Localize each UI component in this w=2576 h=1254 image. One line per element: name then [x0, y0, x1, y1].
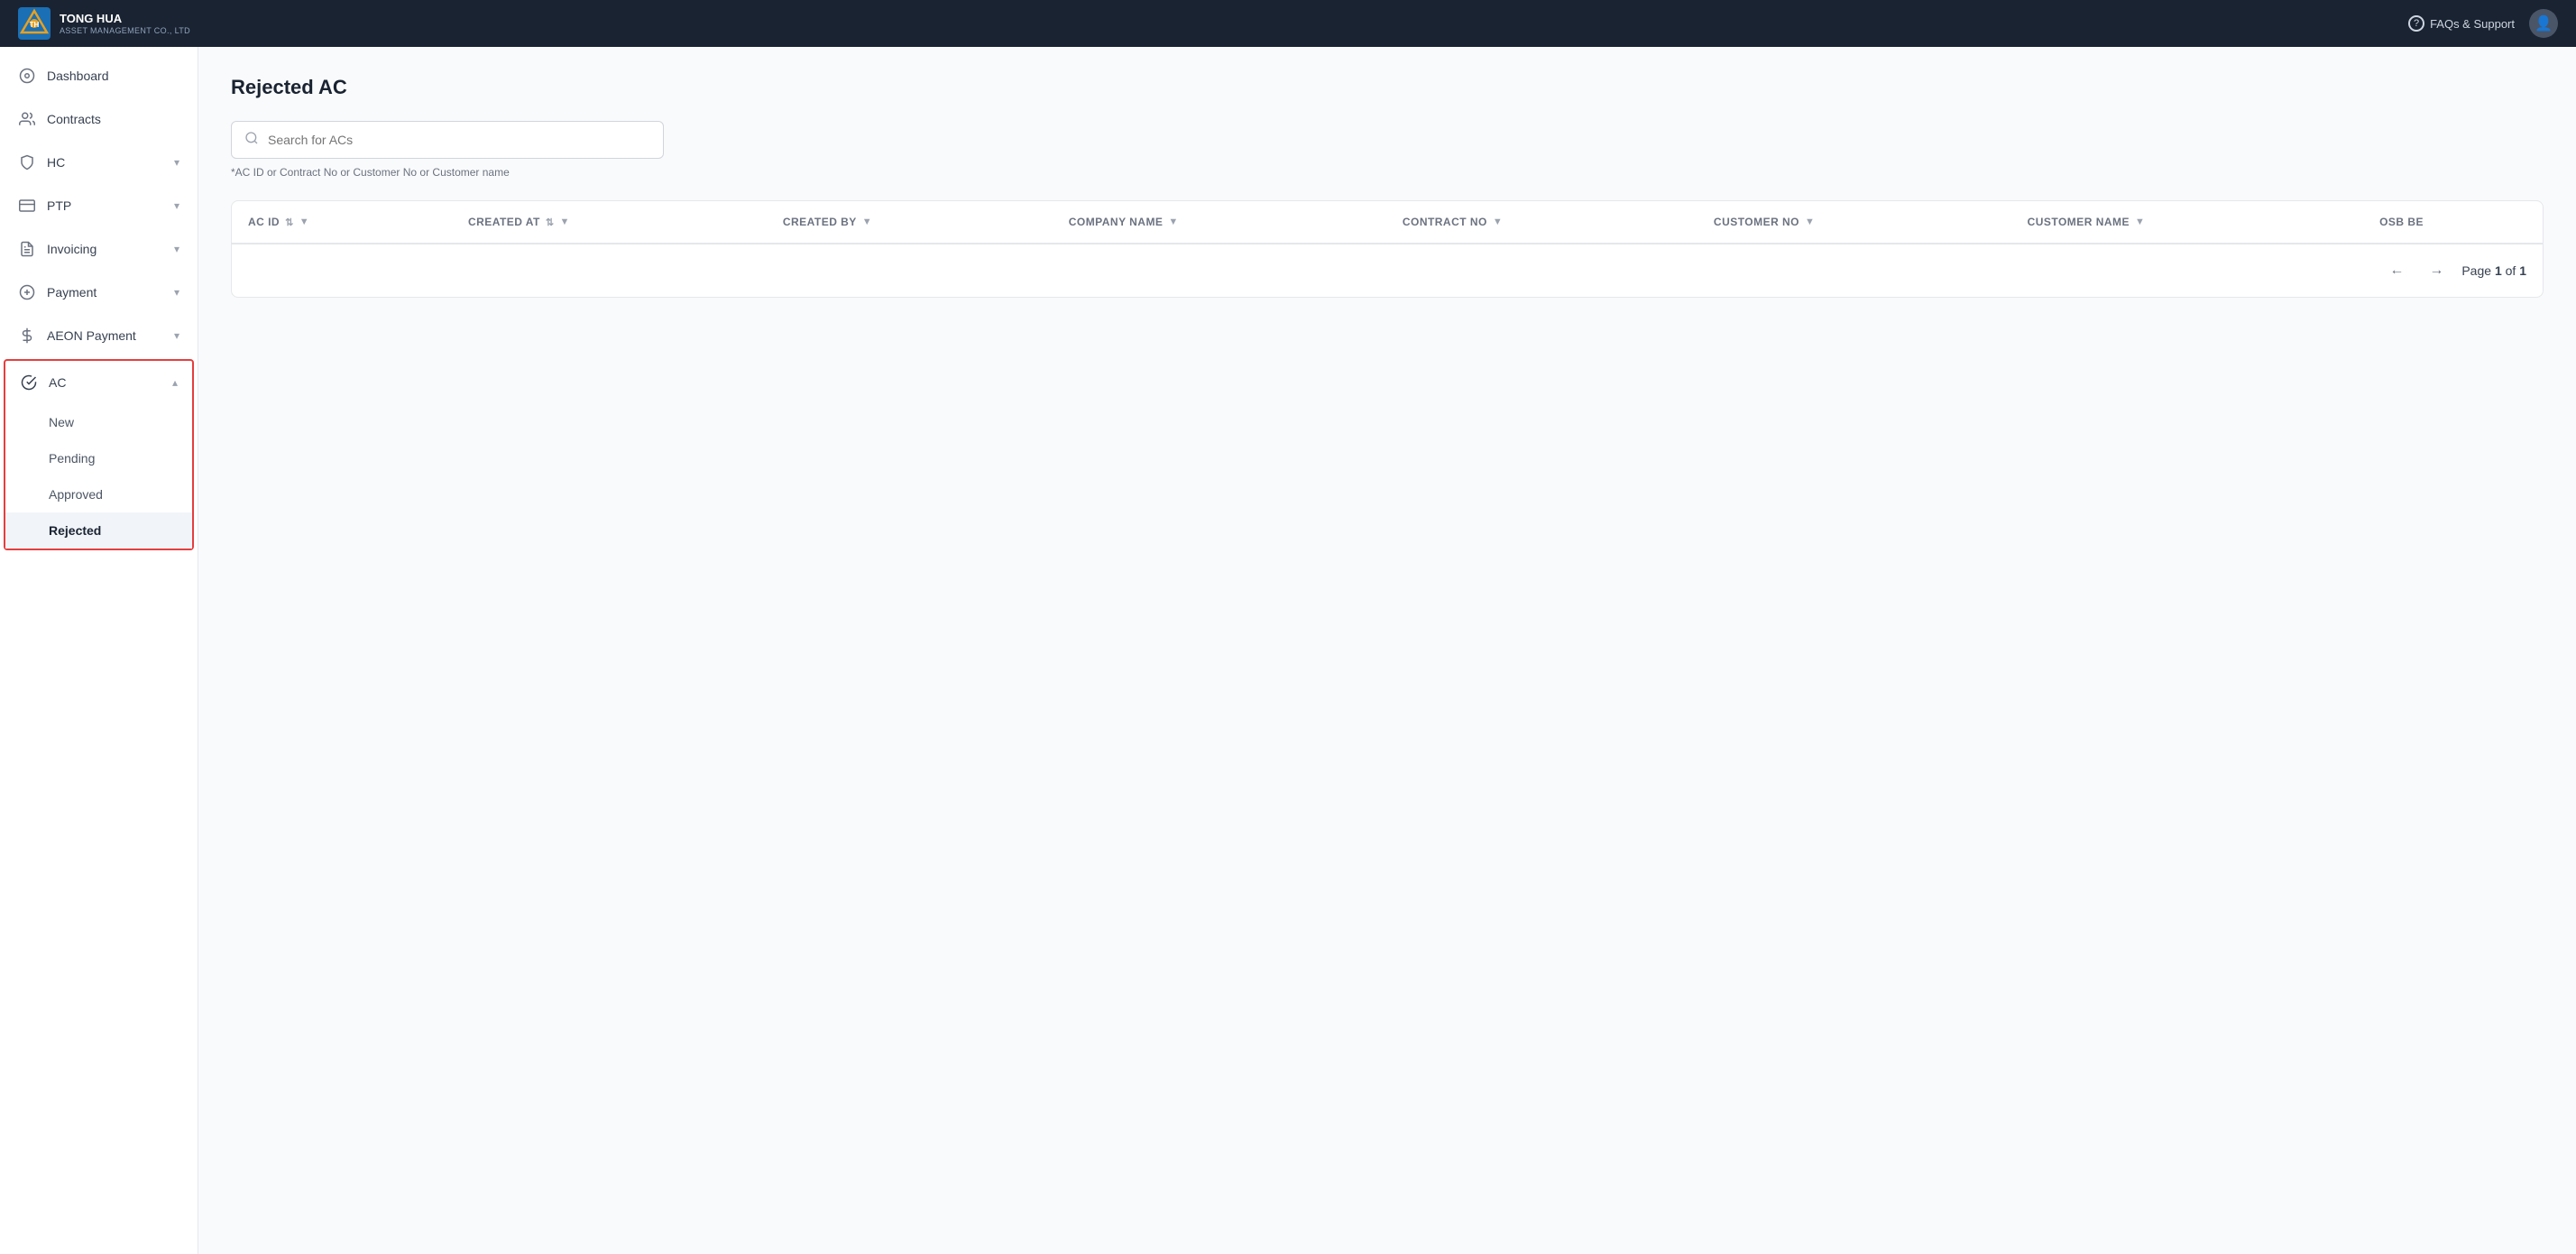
- table-header-row: AC ID ⇅ ▼ CREATED AT ⇅ ▼: [232, 201, 2543, 244]
- company-name-filter-icon[interactable]: ▼: [1168, 217, 1178, 227]
- next-page-button[interactable]: →: [2422, 259, 2451, 282]
- contract-no-filter-icon[interactable]: ▼: [1493, 217, 1503, 227]
- ac-chevron-icon: ▴: [172, 376, 178, 389]
- sidebar: Dashboard Contracts HC ▾ PTP ▾: [0, 47, 198, 1254]
- page-label: Page: [2461, 263, 2491, 278]
- customer-no-filter-icon[interactable]: ▼: [1805, 217, 1815, 227]
- topbar: TH TONG HUA ASSET MANAGEMENT CO., LTD ? …: [0, 0, 2576, 47]
- ac-icon: [20, 373, 38, 392]
- aeon-payment-icon: [18, 327, 36, 345]
- prev-page-button[interactable]: ←: [2382, 259, 2411, 282]
- col-customer-name: CUSTOMER NAME ▼: [2011, 201, 2364, 244]
- search-input[interactable]: [268, 133, 650, 147]
- faq-label: FAQs & Support: [2430, 17, 2515, 31]
- created-at-sort-icon[interactable]: ⇅: [546, 217, 555, 228]
- pagination: ← → Page 1 of 1: [232, 244, 2543, 297]
- sidebar-item-ptp[interactable]: PTP ▾: [0, 184, 198, 227]
- created-by-filter-icon[interactable]: ▼: [862, 217, 872, 227]
- sidebar-item-contracts[interactable]: Contracts: [0, 97, 198, 141]
- col-customer-no: CUSTOMER NO ▼: [1697, 201, 2011, 244]
- sidebar-item-ac-approved[interactable]: Approved: [5, 476, 192, 512]
- col-ac-id: AC ID ⇅ ▼: [232, 201, 452, 244]
- ac-new-label: New: [49, 415, 74, 429]
- dashboard-icon: [18, 67, 36, 85]
- customer-name-filter-icon[interactable]: ▼: [2135, 217, 2145, 227]
- search-icon: [244, 131, 259, 149]
- sidebar-item-ac[interactable]: AC ▴: [5, 361, 192, 404]
- col-company-name: COMPANY NAME ▼: [1053, 201, 1386, 244]
- aeon-payment-chevron-icon: ▾: [174, 329, 179, 342]
- ac-table: AC ID ⇅ ▼ CREATED AT ⇅ ▼: [232, 201, 2543, 244]
- sidebar-item-invoicing-label: Invoicing: [47, 242, 163, 256]
- payment-chevron-icon: ▾: [174, 286, 179, 299]
- search-box: [231, 121, 664, 159]
- sidebar-item-aeon-payment[interactable]: AEON Payment ▾: [0, 314, 198, 357]
- sidebar-item-ac-label: AC: [49, 375, 161, 390]
- logo-icon: TH: [18, 7, 51, 40]
- sidebar-item-invoicing[interactable]: Invoicing ▾: [0, 227, 198, 271]
- ac-id-filter-icon[interactable]: ▼: [299, 217, 309, 227]
- invoicing-chevron-icon: ▾: [174, 243, 179, 255]
- main-content: Rejected AC *AC ID or Contract No or Cus…: [198, 47, 2576, 1254]
- ac-rejected-label: Rejected: [49, 523, 101, 538]
- sidebar-item-hc[interactable]: HC ▾: [0, 141, 198, 184]
- invoicing-icon: [18, 240, 36, 258]
- search-hint: *AC ID or Contract No or Customer No or …: [231, 166, 2544, 179]
- sidebar-item-ptp-label: PTP: [47, 198, 163, 213]
- ptp-chevron-icon: ▾: [174, 199, 179, 212]
- logo: TH TONG HUA ASSET MANAGEMENT CO., LTD: [18, 7, 190, 40]
- col-osb-be: OSB BE: [2363, 201, 2543, 244]
- of-label: of: [2506, 263, 2516, 278]
- logo-sub: ASSET MANAGEMENT CO., LTD: [60, 26, 190, 35]
- topbar-right: ? FAQs & Support 👤: [2408, 9, 2558, 38]
- sidebar-item-ac-rejected[interactable]: Rejected: [5, 512, 192, 549]
- search-container: [231, 121, 2544, 159]
- user-avatar[interactable]: 👤: [2529, 9, 2558, 38]
- ac-id-sort-icon[interactable]: ⇅: [285, 217, 294, 228]
- ptp-icon: [18, 197, 36, 215]
- logo-name: TONG HUA: [60, 12, 190, 26]
- current-page: 1: [2495, 263, 2502, 278]
- faq-link[interactable]: ? FAQs & Support: [2408, 15, 2515, 32]
- col-contract-no: CONTRACT NO ▼: [1386, 201, 1697, 244]
- col-created-at: CREATED AT ⇅ ▼: [452, 201, 767, 244]
- sidebar-item-payment[interactable]: Payment ▾: [0, 271, 198, 314]
- ac-section: AC ▴ New Pending Approved Rejected: [4, 359, 194, 550]
- question-icon: ?: [2408, 15, 2424, 32]
- sidebar-item-aeon-payment-label: AEON Payment: [47, 328, 163, 343]
- sidebar-item-ac-new[interactable]: New: [5, 404, 192, 440]
- page-info: Page 1 of 1: [2461, 263, 2526, 278]
- created-at-filter-icon[interactable]: ▼: [560, 217, 570, 227]
- svg-text:TH: TH: [30, 21, 40, 29]
- sidebar-item-hc-label: HC: [47, 155, 163, 170]
- sidebar-item-contracts-label: Contracts: [47, 112, 179, 126]
- payment-icon: [18, 283, 36, 301]
- contracts-icon: [18, 110, 36, 128]
- page-title: Rejected AC: [231, 76, 2544, 99]
- sidebar-item-dashboard[interactable]: Dashboard: [0, 54, 198, 97]
- total-pages: 1: [2519, 263, 2526, 278]
- ac-pending-label: Pending: [49, 451, 95, 466]
- ac-approved-label: Approved: [49, 487, 103, 502]
- user-icon: 👤: [2535, 14, 2553, 32]
- sidebar-item-ac-pending[interactable]: Pending: [5, 440, 192, 476]
- sidebar-item-dashboard-label: Dashboard: [47, 69, 179, 83]
- sidebar-item-payment-label: Payment: [47, 285, 163, 300]
- hc-chevron-icon: ▾: [174, 156, 179, 169]
- table-wrapper: AC ID ⇅ ▼ CREATED AT ⇅ ▼: [231, 200, 2544, 298]
- col-created-by: CREATED BY ▼: [767, 201, 1053, 244]
- layout: Dashboard Contracts HC ▾ PTP ▾: [0, 47, 2576, 1254]
- hc-icon: [18, 153, 36, 171]
